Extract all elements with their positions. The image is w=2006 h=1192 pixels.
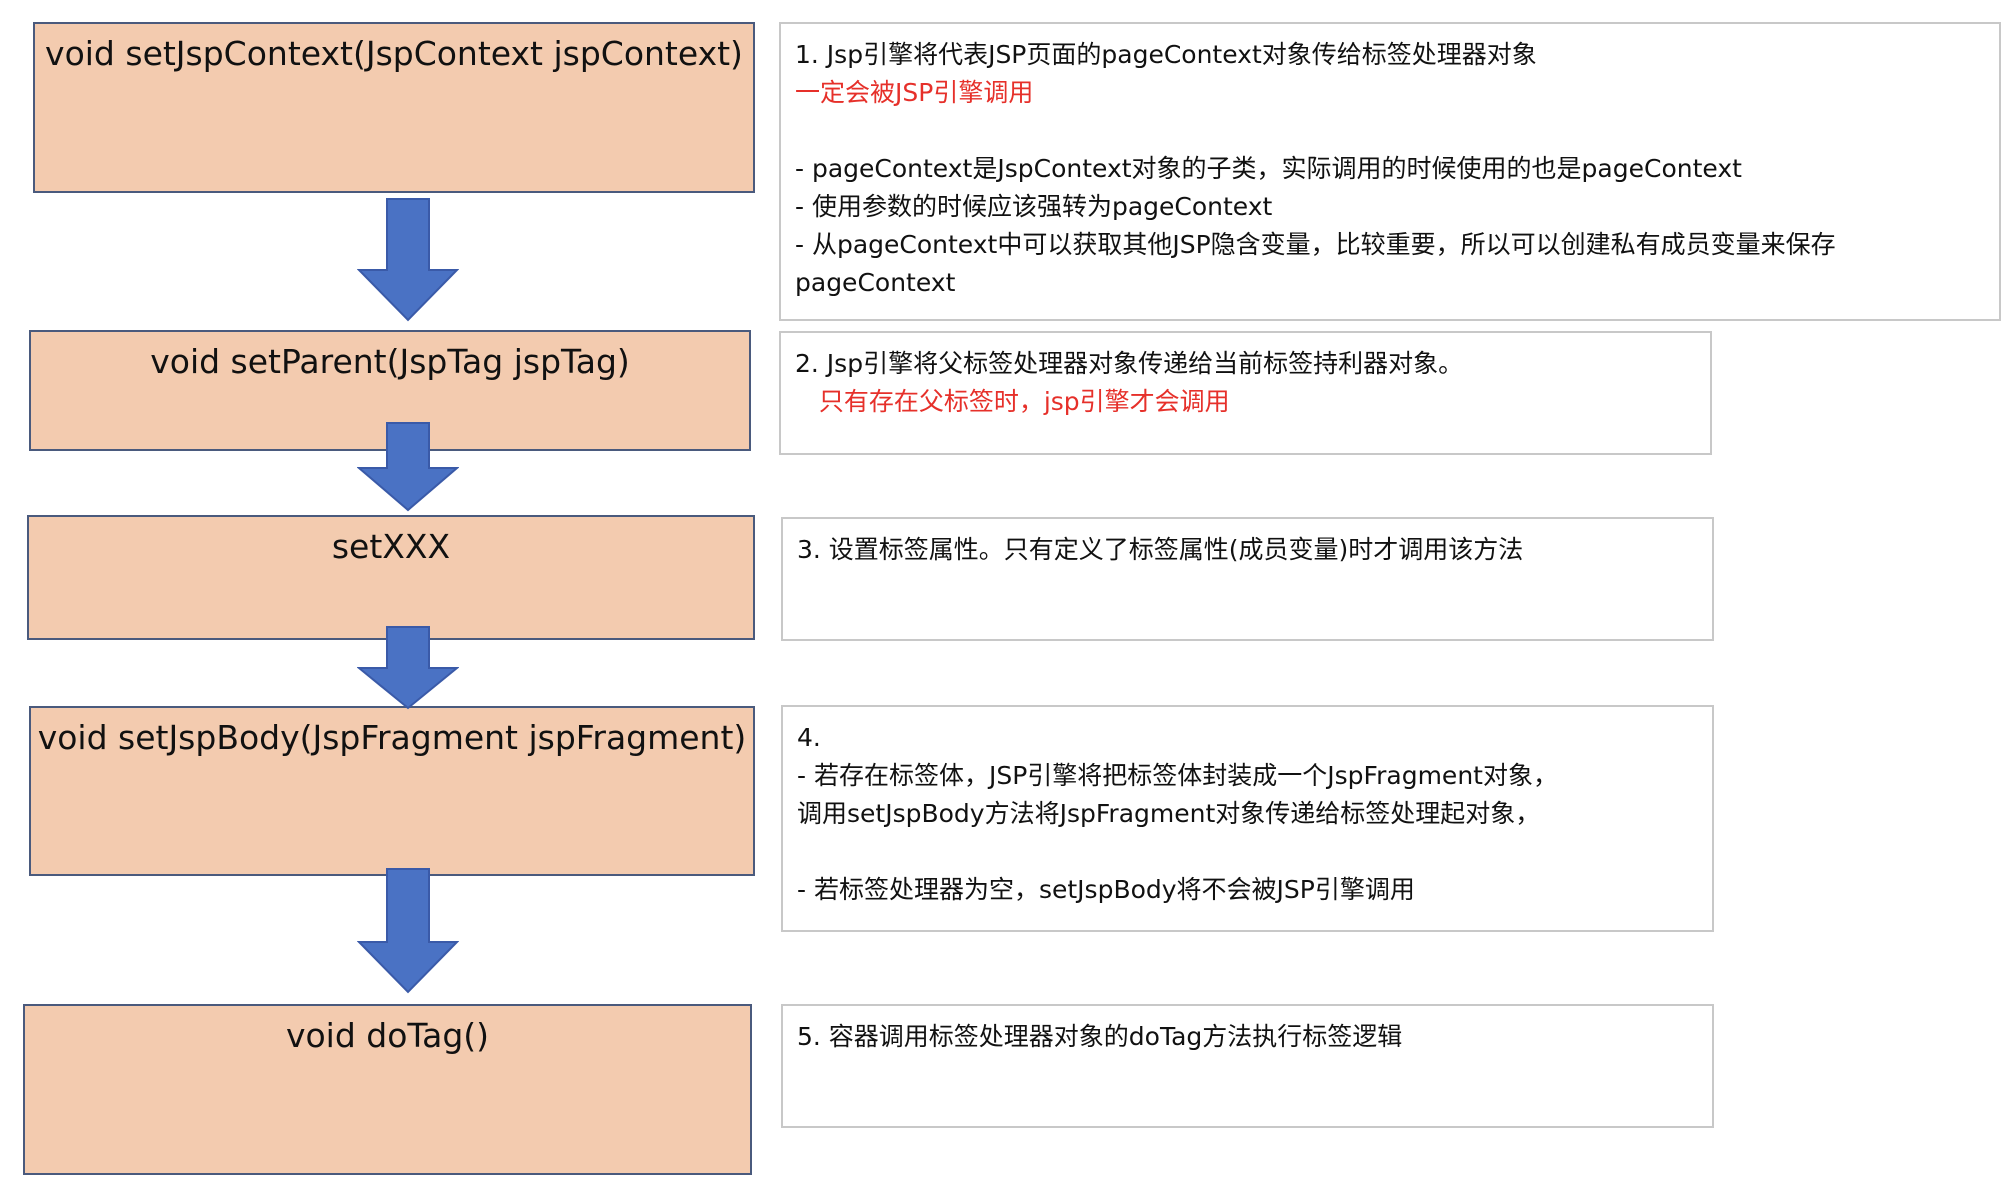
down-arrow-2 bbox=[357, 422, 459, 512]
step-set-jsp-body: void setJspBody(JspFragment jspFragment) bbox=[29, 706, 755, 876]
note-line bbox=[797, 833, 1698, 871]
note-step-2: 2. Jsp引擎将父标签处理器对象传递给当前标签持利器对象。 只有存在父标签时，… bbox=[779, 331, 1712, 455]
down-arrow-3 bbox=[357, 626, 459, 710]
flow-diagram: void setJspContext(JspContext jspContext… bbox=[0, 0, 2006, 1192]
note-step-5: 5. 容器调用标签处理器对象的doTag方法执行标签逻辑 bbox=[781, 1004, 1714, 1128]
arrow-shape bbox=[357, 626, 459, 710]
note-line: - 从pageContext中可以获取其他JSP隐含变量，比较重要，所以可以创建… bbox=[795, 230, 1836, 259]
note-line: 调用setJspBody方法将JspFragment对象传递给标签处理起对象， bbox=[797, 799, 1541, 828]
arrow-shape bbox=[357, 198, 459, 322]
note-line: 3. 设置标签属性。只有定义了标签属性(成员变量)时才调用该方法 bbox=[797, 535, 1524, 564]
note-line: 1. Jsp引擎将代表JSP页面的pageContext对象传给标签处理器对象 bbox=[795, 40, 1537, 69]
note-step-4: 4. - 若存在标签体，JSP引擎将把标签体封装成一个JspFragment对象… bbox=[781, 705, 1714, 932]
down-arrow-1 bbox=[357, 198, 459, 322]
step-set-xxx: setXXX bbox=[27, 515, 755, 640]
note-line bbox=[795, 112, 1985, 150]
step-set-jsp-context: void setJspContext(JspContext jspContext… bbox=[33, 22, 755, 193]
note-highlight: 只有存在父标签时，jsp引擎才会调用 bbox=[795, 387, 1230, 416]
note-line: pageContext bbox=[795, 268, 956, 297]
note-step-3: 3. 设置标签属性。只有定义了标签属性(成员变量)时才调用该方法 bbox=[781, 517, 1714, 641]
note-line: - 若存在标签体，JSP引擎将把标签体封装成一个JspFragment对象， bbox=[797, 761, 1558, 790]
note-line: - 若标签处理器为空，setJspBody将不会被JSP引擎调用 bbox=[797, 875, 1415, 904]
note-line: - 使用参数的时候应该强转为pageContext bbox=[795, 192, 1273, 221]
note-line: 5. 容器调用标签处理器对象的doTag方法执行标签逻辑 bbox=[797, 1022, 1403, 1051]
note-highlight: 一定会被JSP引擎调用 bbox=[795, 78, 1034, 107]
note-step-1: 1. Jsp引擎将代表JSP页面的pageContext对象传给标签处理器对象 … bbox=[779, 22, 2001, 321]
step-do-tag: void doTag() bbox=[23, 1004, 752, 1175]
arrow-shape bbox=[357, 422, 459, 512]
note-line: 2. Jsp引擎将父标签处理器对象传递给当前标签持利器对象。 bbox=[795, 349, 1464, 378]
arrow-shape bbox=[357, 868, 459, 994]
note-line: 4. bbox=[797, 723, 821, 752]
down-arrow-4 bbox=[357, 868, 459, 994]
note-line: - pageContext是JspContext对象的子类，实际调用的时候使用的… bbox=[795, 154, 1742, 183]
